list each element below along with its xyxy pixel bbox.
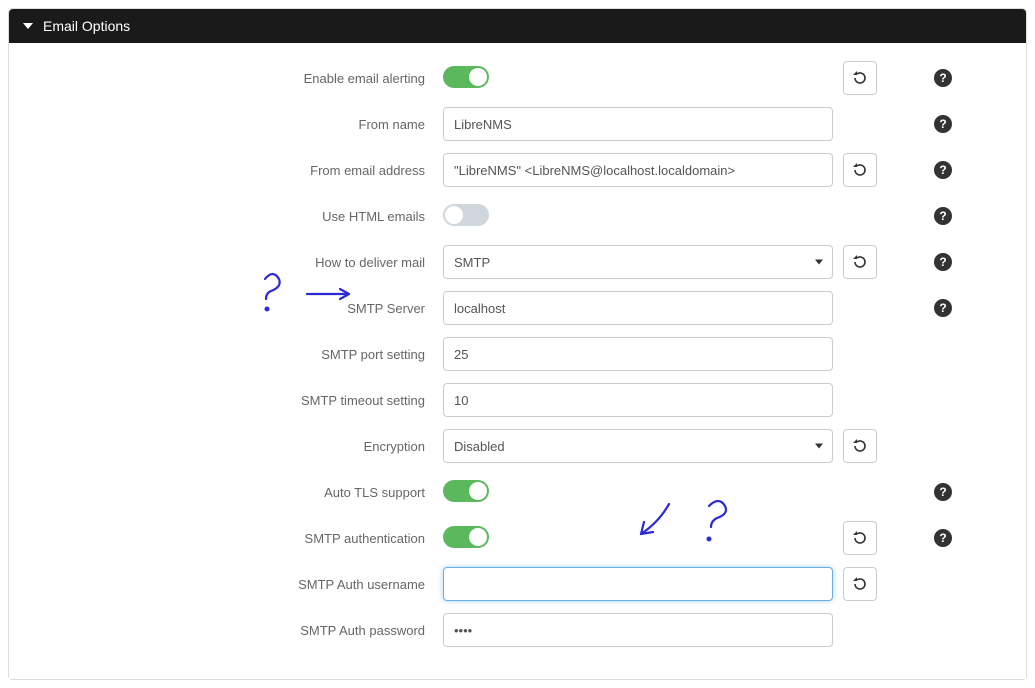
auth-pass-input[interactable] xyxy=(443,613,833,647)
label-use-html: Use HTML emails xyxy=(33,209,433,224)
help-icon[interactable]: ? xyxy=(934,299,952,317)
refresh-icon xyxy=(852,162,868,178)
label-smtp-timeout: SMTP timeout setting xyxy=(33,393,433,408)
reset-button[interactable] xyxy=(843,245,877,279)
toggle-enable-alerting[interactable] xyxy=(443,66,489,88)
label-auto-tls: Auto TLS support xyxy=(33,485,433,500)
help-icon[interactable]: ? xyxy=(934,253,952,271)
row-deliver: How to deliver mail SMTP ? xyxy=(33,245,1002,279)
panel-body: Enable email alerting ? From name ? xyxy=(9,43,1026,679)
help-icon[interactable]: ? xyxy=(934,483,952,501)
toggle-smtp-auth[interactable] xyxy=(443,526,489,548)
label-auth-pass: SMTP Auth password xyxy=(33,623,433,638)
label-smtp-auth: SMTP authentication xyxy=(33,531,433,546)
refresh-icon xyxy=(852,254,868,270)
label-from-email: From email address xyxy=(33,163,433,178)
row-auth-user: SMTP Auth username xyxy=(33,567,1002,601)
help-icon[interactable]: ? xyxy=(934,69,952,87)
label-auth-user: SMTP Auth username xyxy=(33,577,433,592)
encryption-select[interactable]: Disabled xyxy=(443,429,833,463)
help-icon[interactable]: ? xyxy=(934,161,952,179)
label-smtp-server: SMTP Server xyxy=(33,301,433,316)
smtp-port-input[interactable] xyxy=(443,337,833,371)
reset-button[interactable] xyxy=(843,429,877,463)
smtp-server-input[interactable] xyxy=(443,291,833,325)
row-auth-pass: SMTP Auth password xyxy=(33,613,1002,647)
chevron-down-icon xyxy=(23,23,33,29)
help-icon[interactable]: ? xyxy=(934,207,952,225)
auth-user-input[interactable] xyxy=(443,567,833,601)
panel-title: Email Options xyxy=(43,18,130,34)
label-smtp-port: SMTP port setting xyxy=(33,347,433,362)
label-enable-alerting: Enable email alerting xyxy=(33,71,433,86)
smtp-timeout-input[interactable] xyxy=(443,383,833,417)
label-from-name: From name xyxy=(33,117,433,132)
email-options-panel: Email Options Enable email alerting ? Fr… xyxy=(8,8,1027,680)
reset-button[interactable] xyxy=(843,61,877,95)
from-name-input[interactable] xyxy=(443,107,833,141)
refresh-icon xyxy=(852,576,868,592)
row-use-html: Use HTML emails ? xyxy=(33,199,1002,233)
row-from-email: From email address ? xyxy=(33,153,1002,187)
reset-button[interactable] xyxy=(843,521,877,555)
row-encryption: Encryption Disabled xyxy=(33,429,1002,463)
refresh-icon xyxy=(852,530,868,546)
row-smtp-auth: SMTP authentication ? xyxy=(33,521,1002,555)
panel-header[interactable]: Email Options xyxy=(9,9,1026,43)
refresh-icon xyxy=(852,70,868,86)
from-email-input[interactable] xyxy=(443,153,833,187)
help-icon[interactable]: ? xyxy=(934,115,952,133)
toggle-auto-tls[interactable] xyxy=(443,480,489,502)
row-enable-alerting: Enable email alerting ? xyxy=(33,61,1002,95)
refresh-icon xyxy=(852,438,868,454)
row-smtp-server: SMTP Server ? xyxy=(33,291,1002,325)
row-from-name: From name ? xyxy=(33,107,1002,141)
row-auto-tls: Auto TLS support ? xyxy=(33,475,1002,509)
row-smtp-timeout: SMTP timeout setting xyxy=(33,383,1002,417)
label-encryption: Encryption xyxy=(33,439,433,454)
reset-button[interactable] xyxy=(843,153,877,187)
row-smtp-port: SMTP port setting xyxy=(33,337,1002,371)
reset-button[interactable] xyxy=(843,567,877,601)
deliver-select[interactable]: SMTP xyxy=(443,245,833,279)
toggle-use-html[interactable] xyxy=(443,204,489,226)
help-icon[interactable]: ? xyxy=(934,529,952,547)
label-deliver: How to deliver mail xyxy=(33,255,433,270)
